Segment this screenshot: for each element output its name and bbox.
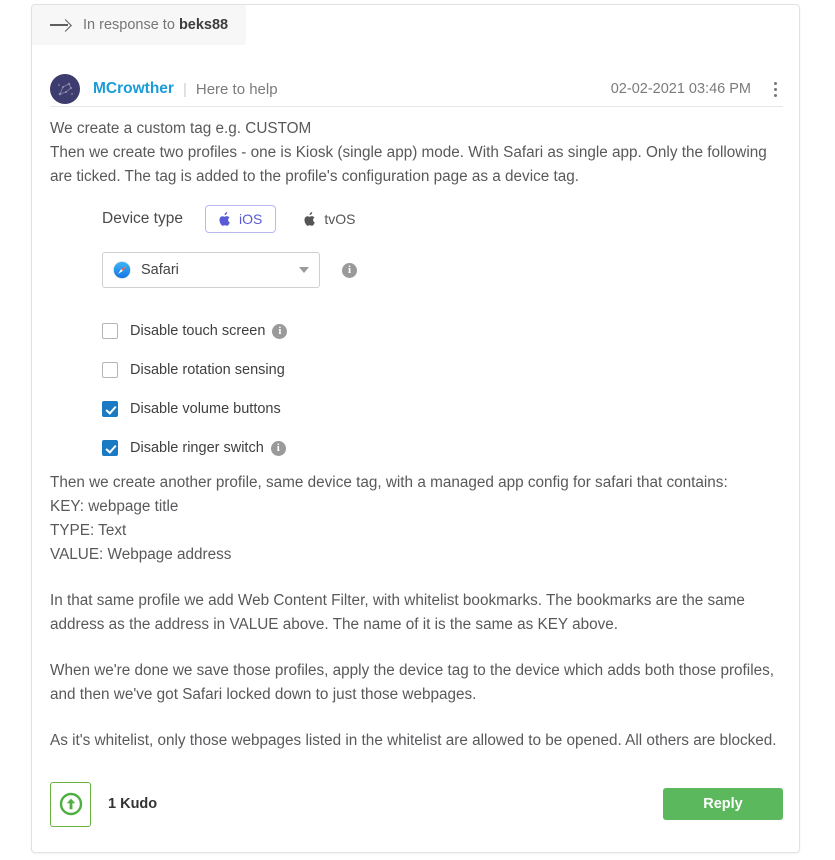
- checkbox-label-disable-touch-screen: Disable touch screen: [130, 323, 266, 339]
- post-footer: 1 Kudo Reply: [50, 781, 783, 827]
- config-line-1: Then we create another profile, same dev…: [50, 474, 728, 491]
- config-line-4: VALUE: Webpage address: [50, 546, 232, 563]
- author-separator: |: [182, 80, 187, 98]
- checkbox-row-disable-rotation-sensing: Disable rotation sensing: [102, 360, 742, 380]
- device-option-ios-label: iOS: [238, 211, 263, 227]
- embedded-config-form: Device type iOS tvOS Safari i Disable to…: [102, 203, 742, 458]
- device-type-label: Device type: [102, 210, 183, 227]
- app-select[interactable]: Safari: [102, 252, 320, 288]
- checkbox-row-disable-touch-screen: Disable touch screen i: [102, 321, 742, 341]
- checkbox-disable-touch-screen[interactable]: [102, 323, 118, 339]
- device-type-row: Device type iOS tvOS: [102, 203, 742, 235]
- checkbox-disable-ringer-switch[interactable]: [102, 440, 118, 456]
- info-icon[interactable]: i: [342, 262, 357, 278]
- device-option-tvos[interactable]: tvOS: [290, 205, 369, 233]
- post-timestamp: 02-02-2021 03:46 PM: [610, 81, 751, 97]
- avatar-pattern-icon: [58, 82, 73, 96]
- in-response-to-user[interactable]: beks88: [179, 17, 228, 33]
- kudos-count-label: 1 Kudo: [108, 796, 158, 812]
- safari-icon: [113, 261, 131, 279]
- checkbox-row-disable-volume-buttons: Disable volume buttons: [102, 399, 742, 419]
- chevron-down-icon: [299, 267, 309, 273]
- header-divider: [50, 106, 783, 107]
- apple-icon: [304, 211, 316, 226]
- app-select-value: Safari: [141, 262, 179, 278]
- post-body: We create a custom tag e.g. CUSTOM Then …: [50, 117, 783, 753]
- kudos-button[interactable]: [50, 781, 91, 827]
- paragraph-4: When we're done we save those profiles, …: [50, 662, 775, 703]
- arrow-right-icon: [50, 19, 72, 31]
- checkbox-row-disable-ringer-switch: Disable ringer switch i: [102, 438, 742, 458]
- info-icon[interactable]: i: [270, 440, 286, 456]
- author-rank: Here to help: [195, 80, 278, 98]
- in-response-to-prefix: In response to: [83, 17, 175, 33]
- post-page: In response to beks88 MCrowther | Here t…: [0, 0, 835, 860]
- post-card: In response to beks88 MCrowther | Here t…: [31, 4, 800, 853]
- device-option-ios[interactable]: iOS: [204, 205, 277, 233]
- info-icon[interactable]: i: [272, 323, 288, 339]
- checkbox-label-disable-ringer-switch: Disable ringer switch: [130, 440, 264, 456]
- author-name[interactable]: MCrowther: [93, 80, 174, 98]
- config-line-3: TYPE: Text: [50, 522, 127, 539]
- reply-button[interactable]: Reply: [663, 788, 783, 820]
- checkbox-label-disable-rotation-sensing: Disable rotation sensing: [130, 362, 285, 378]
- config-line-2: KEY: webpage title: [50, 498, 179, 515]
- kebab-menu-icon[interactable]: [767, 79, 783, 99]
- intro-line-2: Then we create two profiles - one is Kio…: [50, 144, 767, 185]
- avatar[interactable]: [50, 74, 80, 104]
- in-response-to-banner: In response to beks88: [32, 5, 247, 45]
- paragraph-3: In that same profile we add Web Content …: [50, 592, 745, 633]
- checkbox-disable-volume-buttons[interactable]: [102, 401, 118, 417]
- intro-line-1: We create a custom tag e.g. CUSTOM: [50, 120, 312, 137]
- kudos-up-arrow-icon: [59, 792, 82, 816]
- apple-icon: [219, 211, 230, 226]
- paragraph-5: As it's whitelist, only those webpages l…: [50, 732, 777, 749]
- post-author-row: MCrowther | Here to help 02-02-2021 03:4…: [50, 67, 783, 111]
- checkbox-disable-rotation-sensing[interactable]: [102, 362, 118, 378]
- app-select-row: Safari i: [102, 252, 742, 288]
- checkbox-label-disable-volume-buttons: Disable volume buttons: [130, 401, 281, 417]
- in-response-to-text: In response to beks88: [83, 17, 228, 33]
- device-option-tvos-label: tvOS: [324, 211, 356, 227]
- options-checkbox-list: Disable touch screen i Disable rotation …: [102, 321, 742, 458]
